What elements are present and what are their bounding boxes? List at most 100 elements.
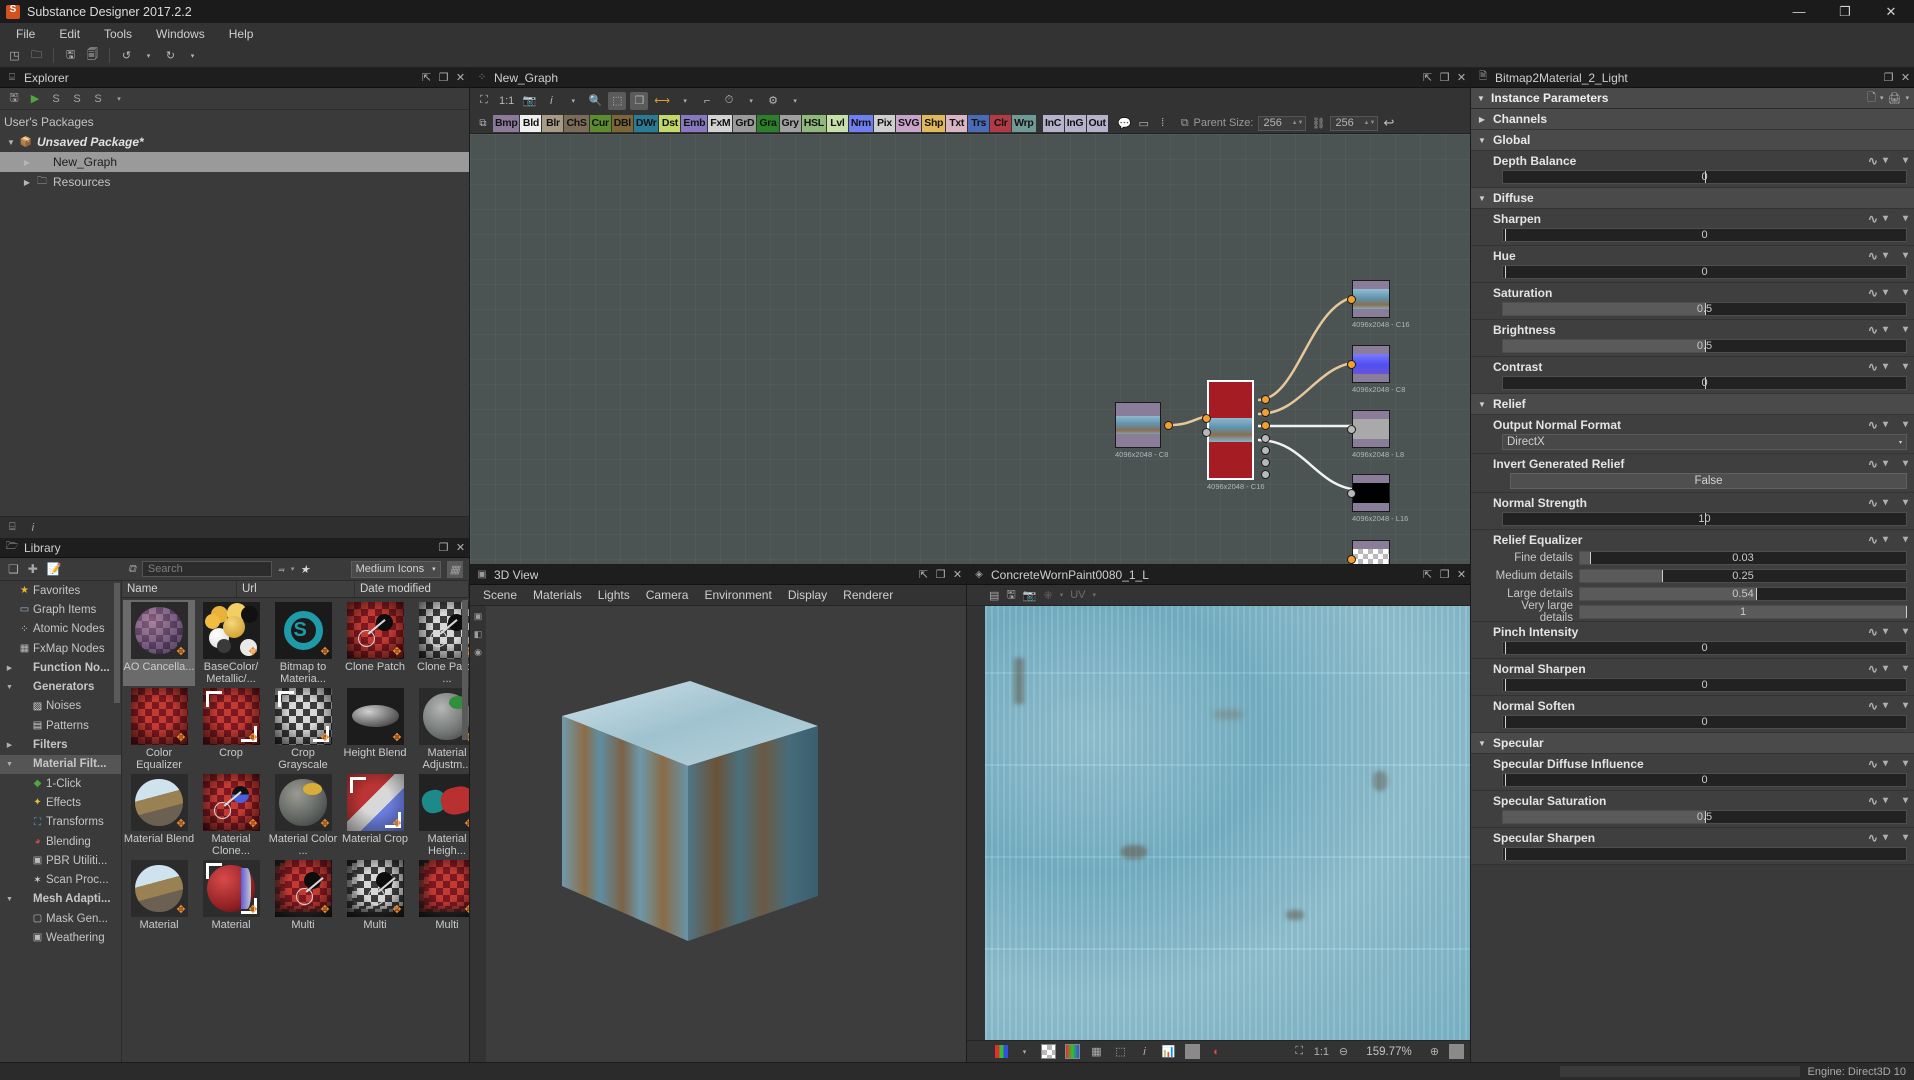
create-node-emb-button[interactable]: Emb xyxy=(681,115,707,132)
graph-node-output-opacity[interactable]: 1024x1024 - C8 xyxy=(1352,540,1405,564)
chevron-down-icon[interactable]: ▾ xyxy=(1880,94,1884,102)
node-input-port-grayscale[interactable] xyxy=(1202,428,1211,437)
column-header-url[interactable]: Url xyxy=(237,581,355,597)
library-category-1-click[interactable]: ◆1-Click xyxy=(0,774,121,793)
list-view-icon[interactable]: ▦ xyxy=(447,561,463,578)
graph-node-bitmap2material[interactable]: 4096x2048 - C16 xyxy=(1207,380,1265,491)
fit-view-icon[interactable]: ⛶ xyxy=(475,92,493,110)
search-box[interactable] xyxy=(142,561,272,577)
function-graph-icon[interactable]: ∿ xyxy=(1868,418,1878,432)
chevron-down-icon[interactable]: ▾ xyxy=(1903,795,1908,806)
float-icon[interactable]: ❐ xyxy=(932,565,949,585)
menu-item-edit[interactable]: Edit xyxy=(47,25,92,43)
param-slider-specular-sharpen[interactable] xyxy=(1502,847,1907,861)
library-item[interactable]: ✥Material Color ... xyxy=(267,772,339,858)
library-category-mesh-adapti[interactable]: ▼Mesh Adapti... xyxy=(0,890,121,909)
create-node-fxm-button[interactable]: FxM xyxy=(708,115,732,132)
library-category-atomic-nodes[interactable]: ⁘Atomic Nodes xyxy=(0,620,121,639)
param-slider-brightness[interactable]: 0.5 xyxy=(1502,339,1907,353)
node-output-port-normal[interactable] xyxy=(1261,408,1270,417)
create-node-dst-button[interactable]: Dst xyxy=(659,115,680,132)
chevron-down-icon[interactable]: ▾ xyxy=(1903,626,1908,637)
chevron-down-icon[interactable]: ▾ xyxy=(1883,361,1888,372)
chevron-down-icon[interactable]: ▾ xyxy=(1903,832,1908,843)
chevron-down-icon[interactable]: ▾ xyxy=(1903,213,1908,224)
create-node-shp-button[interactable]: Shp xyxy=(922,115,945,132)
chevron-down-icon[interactable]: ▾ xyxy=(1903,700,1908,711)
view3d-menu-materials[interactable]: Materials xyxy=(525,586,590,604)
node-input-port[interactable] xyxy=(1347,295,1356,304)
chevron-down-icon[interactable]: ▾ xyxy=(290,565,294,573)
node-output-port-height[interactable] xyxy=(1261,458,1270,467)
publish-more-icon[interactable]: S xyxy=(90,91,106,107)
pin-node-icon[interactable]: ⁞ xyxy=(1154,114,1172,132)
info-icon[interactable]: i xyxy=(542,92,560,110)
close-icon[interactable]: ✕ xyxy=(1897,68,1914,88)
link-shape-icon[interactable]: ⌐ xyxy=(698,92,716,110)
library-item[interactable]: ✥Multi xyxy=(339,858,411,932)
library-category-mask-gen[interactable]: ▢Mask Gen... xyxy=(0,909,121,928)
library-item[interactable]: ✥AO Cancella... xyxy=(123,600,195,686)
alpha-channel-icon[interactable] xyxy=(1041,1044,1056,1059)
redo-icon[interactable]: ↻ xyxy=(161,47,180,65)
chevron-down-icon[interactable]: ▾ xyxy=(1883,155,1888,166)
chevron-down-icon[interactable]: ▾ xyxy=(1883,287,1888,298)
graph-node-output-normal[interactable]: 4096x2048 - C8 xyxy=(1352,345,1405,394)
library-category-noises[interactable]: ▨Noises xyxy=(0,697,121,716)
function-graph-icon[interactable]: ∿ xyxy=(1868,496,1878,510)
library-item[interactable]: ✥Multi xyxy=(267,858,339,932)
chevron-down-icon[interactable]: ▾ xyxy=(1883,534,1888,545)
library-item[interactable]: S✥Bitmap to Materia... xyxy=(267,600,339,686)
library-item[interactable]: ✥Material Heigh... xyxy=(411,772,469,858)
node-output-port-roughness[interactable] xyxy=(1261,446,1270,455)
color-wheel-icon[interactable]: ◐ xyxy=(1209,1046,1224,1058)
node-input-port[interactable] xyxy=(1347,555,1356,564)
library-category-filters[interactable]: ▶Filters xyxy=(0,735,121,754)
new-library-icon[interactable]: ❏ xyxy=(8,562,19,576)
screenshot-icon[interactable]: 📷 xyxy=(1023,589,1037,602)
create-node-blr-button[interactable]: Blr xyxy=(542,115,563,132)
library-category-function-no[interactable]: ▶Function No... xyxy=(0,658,121,677)
chevron-down-icon[interactable]: ▾ xyxy=(1903,758,1908,769)
comment-icon[interactable]: 💬 xyxy=(1116,114,1134,132)
library-item[interactable]: ✥Material xyxy=(123,858,195,932)
library-item[interactable]: ✥Material xyxy=(195,858,267,932)
chevron-down-icon[interactable]: ▾ xyxy=(1883,663,1888,674)
chevron-down-icon[interactable]: ▾ xyxy=(1903,155,1908,166)
undo-dropdown-icon[interactable]: ▾ xyxy=(139,47,158,65)
chevron-down-icon[interactable]: ▾ xyxy=(1883,700,1888,711)
view-mode-select[interactable]: Medium Icons ▾ xyxy=(351,561,441,578)
stepper-icon[interactable]: ▲▼ xyxy=(1292,120,1306,126)
float-icon[interactable]: ❐ xyxy=(1436,68,1453,88)
expand-icon[interactable]: ⧉ xyxy=(474,114,492,132)
chevron-down-icon[interactable]: ▾ xyxy=(1903,497,1908,508)
view3d-menu-renderer[interactable]: Renderer xyxy=(835,586,901,604)
create-node-inc-button[interactable]: InC xyxy=(1043,115,1064,132)
library-item[interactable]: ✥Clone Patch ... xyxy=(411,600,469,686)
chevron-down-icon[interactable]: ▾ xyxy=(1883,458,1888,469)
stepper-icon[interactable]: ▲▼ xyxy=(1364,120,1378,126)
save-package-icon[interactable]: 🖫 xyxy=(6,91,22,107)
graph-node-output-height[interactable]: 4096x2048 - L16 xyxy=(1352,474,1408,523)
node-output-port-ao[interactable] xyxy=(1261,470,1270,479)
library-item[interactable]: ✥Material Blend xyxy=(123,772,195,858)
chevron-down-icon[interactable]: ▼ xyxy=(4,138,18,147)
node-output-port-3[interactable] xyxy=(1261,421,1270,430)
fit-view-icon[interactable]: ⛶ xyxy=(1292,1045,1307,1058)
library-scrollbar[interactable] xyxy=(462,600,468,740)
column-header-date[interactable]: Date modified xyxy=(355,581,469,597)
lock-icon[interactable] xyxy=(1449,1044,1464,1059)
expand-icon[interactable]: ⧉ xyxy=(128,563,136,576)
library-category-weathering[interactable]: ▣Weathering xyxy=(0,928,121,947)
function-graph-icon[interactable]: ∿ xyxy=(1868,699,1878,713)
star-icon[interactable]: ★ xyxy=(300,563,310,576)
tiling-grid-icon[interactable]: ▦ xyxy=(1089,1045,1104,1058)
param-slider-depth-balance[interactable]: 0 xyxy=(1502,170,1907,184)
chevron-down-icon[interactable]: ▾ xyxy=(1883,324,1888,335)
function-graph-icon[interactable]: ∿ xyxy=(1868,249,1878,263)
function-graph-icon[interactable]: ∿ xyxy=(1868,212,1878,226)
view3d-menu-camera[interactable]: Camera xyxy=(638,586,697,604)
export-icon[interactable]: 🖨 xyxy=(1888,92,1902,105)
param-group-diffuse[interactable]: ▼Diffuse xyxy=(1471,188,1914,209)
instance-parameters-header[interactable]: ▼ Instance Parameters 🗋 ▾ 🖨 ▾ xyxy=(1471,88,1914,109)
